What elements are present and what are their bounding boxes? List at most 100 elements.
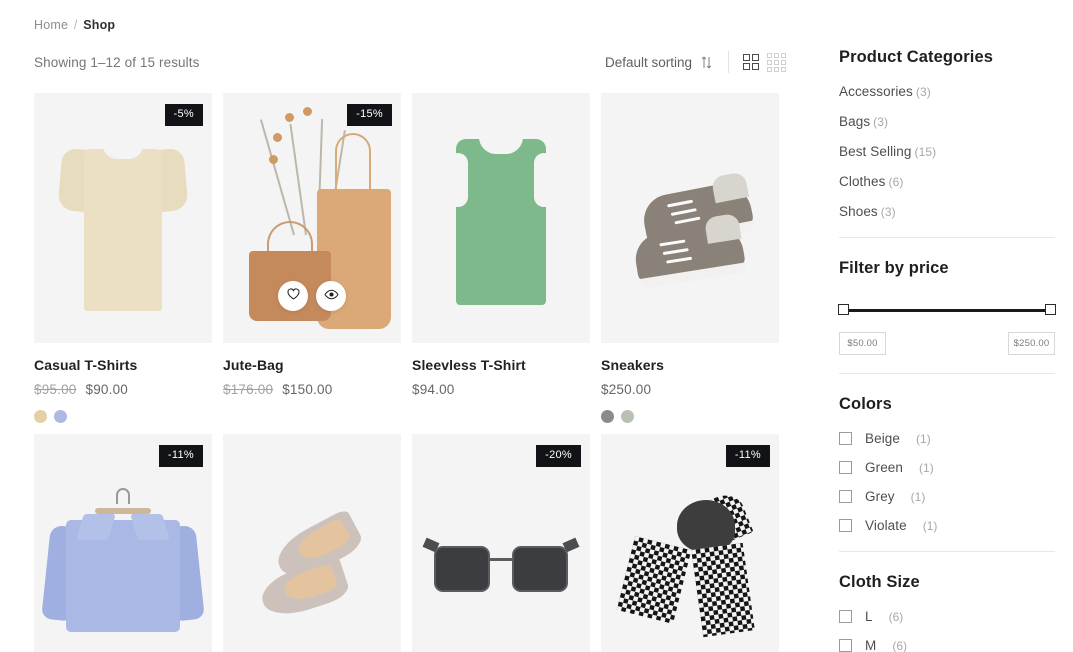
category-count: (3) (873, 115, 889, 129)
category-item-accessories[interactable]: Accessories (3) (839, 84, 1055, 99)
price-range-slider[interactable]: $50.00 $250.00 (838, 295, 1056, 355)
category-count: (15) (914, 145, 937, 159)
eye-icon (323, 287, 339, 305)
product-thumbnail[interactable]: -11% (34, 434, 212, 652)
price-current: $250.00 (601, 382, 652, 397)
product-image-ballet-flats (223, 434, 401, 652)
result-count: Showing 1–12 of 15 results (34, 54, 200, 70)
filter-by-price-title: Filter by price (839, 259, 949, 277)
product-price: $250.00 (601, 382, 779, 399)
product-thumbnail[interactable]: -5% (34, 93, 212, 343)
category-label: Shoes (839, 204, 878, 219)
size-filter-label: M (865, 638, 877, 652)
colors-filter-list: Beige (1) Green (1) Grey (1) Violate (1) (839, 431, 1055, 533)
size-filter-l[interactable]: L (6) (839, 609, 1055, 624)
cloth-size-filter-list: L(6) M(6) S(6) (839, 609, 1055, 652)
toolbar-divider (728, 51, 729, 73)
color-filter-beige[interactable]: Beige (1) (839, 431, 1055, 446)
view-toggle-group (743, 52, 786, 72)
size-filter-count: (6) (888, 609, 904, 624)
checkbox-icon[interactable] (839, 519, 852, 532)
product-thumbnail[interactable]: -20% (412, 434, 590, 652)
checkbox-icon[interactable] (839, 461, 852, 474)
checkbox-icon[interactable] (839, 610, 852, 623)
grid-3-col-icon[interactable] (767, 52, 786, 72)
color-filter-grey[interactable]: Grey (1) (839, 489, 1055, 504)
checkbox-icon[interactable] (839, 639, 852, 652)
product-card: -11% (601, 434, 779, 652)
size-filter-count: (6) (892, 638, 908, 652)
toolbar-controls: Default sorting (605, 51, 786, 73)
price-original: $95.00 (34, 382, 77, 397)
color-filter-green[interactable]: Green (1) (839, 460, 1055, 475)
color-swatch[interactable] (54, 410, 67, 423)
breadcrumb: Home / Shop (34, 18, 786, 32)
product-thumbnail[interactable] (601, 93, 779, 343)
color-swatch[interactable] (621, 410, 634, 423)
product-title[interactable]: Casual T-Shirts (34, 357, 212, 373)
sort-dropdown[interactable]: Default sorting (605, 55, 728, 70)
quick-view-button[interactable] (316, 281, 346, 311)
product-card: -5% Casual T-Shirts $95.00 $90.00 (34, 93, 212, 423)
product-image-sneakers (601, 93, 779, 343)
category-label: Accessories (839, 84, 913, 99)
color-filter-count: (1) (922, 518, 938, 533)
category-count: (6) (888, 175, 904, 189)
color-swatches (601, 410, 779, 423)
color-filter-label: Green (865, 460, 904, 475)
price-current: $150.00 (282, 382, 333, 397)
breadcrumb-separator: / (73, 18, 78, 32)
price-max-input[interactable]: $250.00 (1008, 332, 1055, 355)
filters-sidebar: Product Categories Accessories (3) Bags (3… (838, 18, 1056, 652)
wishlist-button[interactable] (278, 281, 308, 311)
price-slider-handle-max[interactable] (1045, 304, 1056, 315)
price-slider-handle-min[interactable] (838, 304, 849, 315)
product-title[interactable]: Sneakers (601, 357, 779, 373)
product-title[interactable]: Sleevless T-Shirt (412, 357, 590, 373)
discount-badge: -15% (347, 104, 392, 126)
product-thumbnail[interactable]: -11% (601, 434, 779, 652)
product-card: -11% (34, 434, 212, 652)
color-filter-count: (1) (910, 489, 926, 504)
checkbox-icon[interactable] (839, 432, 852, 445)
category-item-clothes[interactable]: Clothes (6) (839, 174, 1055, 189)
product-thumbnail[interactable]: -15% (223, 93, 401, 343)
product-image-tank-green (412, 93, 590, 343)
color-filter-violate[interactable]: Violate (1) (839, 518, 1055, 533)
price-input-group: $50.00 $250.00 (839, 332, 1055, 355)
product-card: -15% Jute-Bag $176.00 $150.00 (223, 93, 401, 423)
size-filter-m[interactable]: M (6) (839, 638, 1055, 652)
price-min-input[interactable]: $50.00 (839, 332, 886, 355)
breadcrumb-home-link[interactable]: Home (34, 18, 68, 32)
colors-filter-title: Colors (839, 395, 892, 413)
discount-badge: -20% (536, 445, 581, 467)
main-content: Home / Shop Showing 1–12 of 15 results D… (34, 18, 786, 652)
category-label: Bags (839, 114, 871, 129)
color-filter-label: Beige (865, 431, 901, 446)
grid-2-col-icon[interactable] (743, 54, 759, 70)
shop-page: Home / Shop Showing 1–12 of 15 results D… (0, 0, 1073, 652)
category-item-best-selling[interactable]: Best Selling (15) (839, 144, 1055, 159)
category-item-shoes[interactable]: Shoes (3) (839, 204, 1055, 219)
breadcrumb-current: Shop (83, 18, 116, 32)
cloth-size-filter-title: Cloth Size (839, 573, 920, 591)
product-title[interactable]: Jute-Bag (223, 357, 401, 373)
shop-toolbar: Showing 1–12 of 15 results Default sorti… (34, 49, 786, 75)
price-current: $90.00 (85, 382, 128, 397)
sidebar-divider (839, 237, 1055, 238)
sort-arrows-icon (701, 56, 712, 69)
price-original: $176.00 (223, 382, 274, 397)
category-item-bags[interactable]: Bags (3) (839, 114, 1055, 129)
price-slider-track[interactable] (838, 304, 1056, 315)
color-swatches (223, 410, 401, 423)
product-categories-title: Product Categories (839, 48, 993, 66)
color-swatches (34, 410, 212, 423)
color-swatch[interactable] (34, 410, 47, 423)
product-thumbnail[interactable] (223, 434, 401, 652)
product-thumbnail[interactable] (412, 93, 590, 343)
color-swatch[interactable] (601, 410, 614, 423)
product-hover-actions (278, 281, 346, 311)
product-card (223, 434, 401, 652)
checkbox-icon[interactable] (839, 490, 852, 503)
sidebar-divider (839, 551, 1055, 552)
